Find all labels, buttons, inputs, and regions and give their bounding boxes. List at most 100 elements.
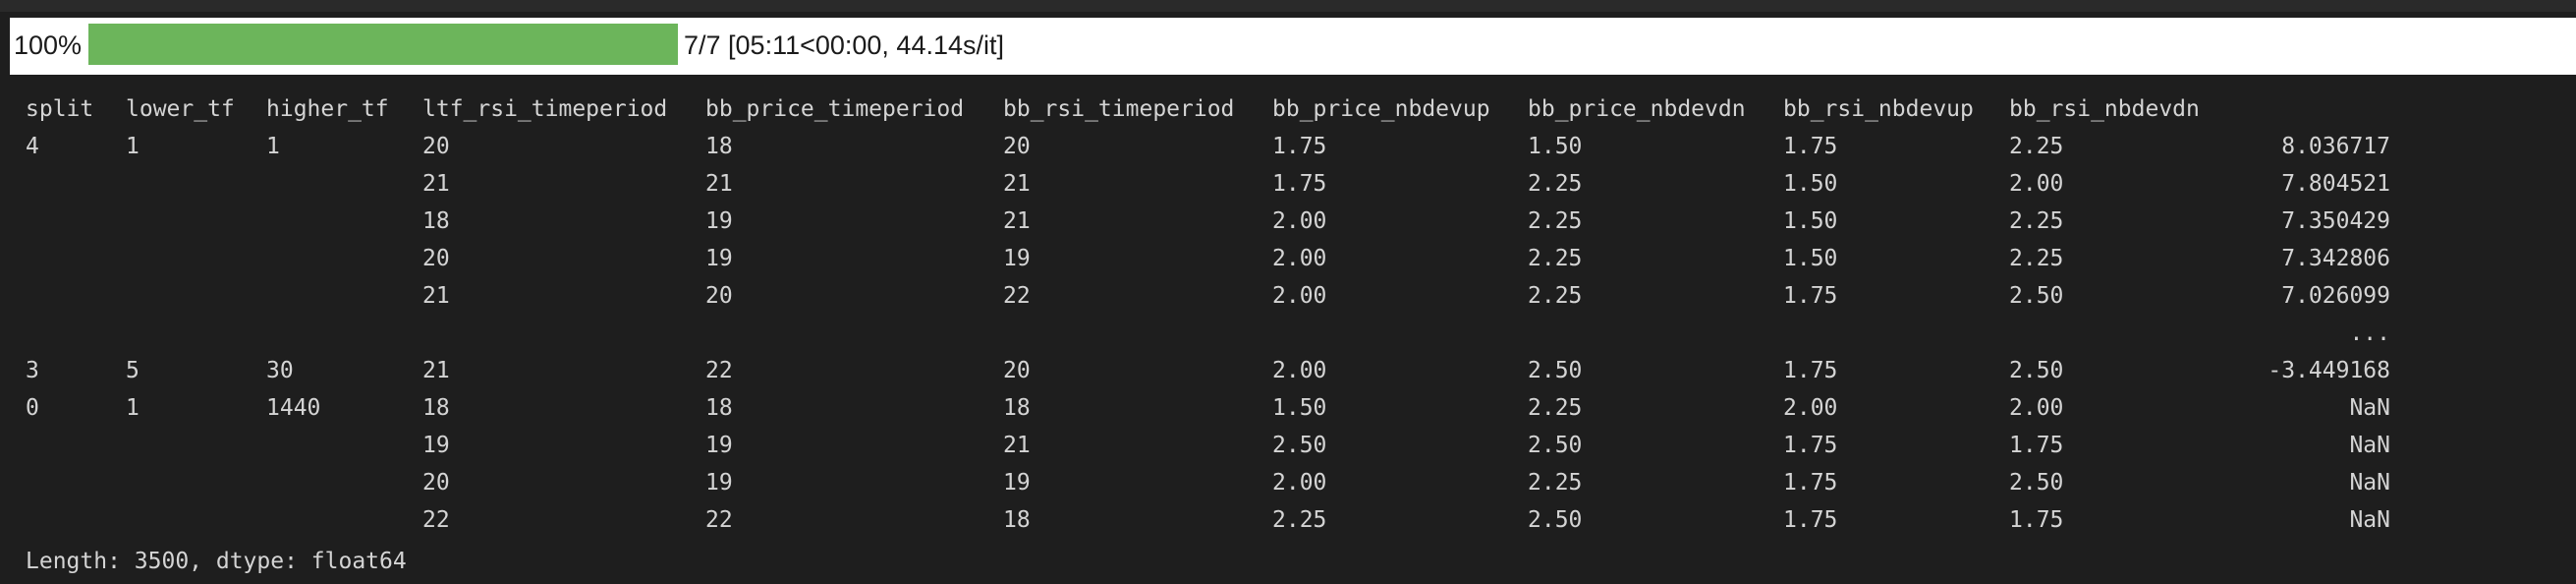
table-row: 20 19 19 2.00 2.25 1.75 2.50 NaN	[26, 464, 2390, 501]
cell-bb-rsi-nbdevup: 1.75	[1783, 283, 1838, 309]
cell-bb-rsi-nbdevdn	[2009, 315, 2215, 352]
cell-ltf-rsi-timeperiod: 19	[422, 433, 450, 458]
cell-bb-rsi-nbdevup	[1783, 315, 2009, 352]
cell-higher-tf: 1440	[266, 395, 321, 421]
header-bb-price-timeperiod: bb_price_timeperiod	[705, 96, 965, 122]
cell-bb-price-timeperiod	[705, 315, 1003, 352]
table-row: ...	[26, 315, 2390, 352]
table-row: 19 19 21 2.50 2.50 1.75 1.75 NaN	[26, 427, 2390, 464]
cell-bb-rsi-nbdevup: 1.50	[1783, 208, 1838, 234]
cell-higher-tf	[266, 501, 422, 539]
cell-value: NaN	[2349, 433, 2390, 458]
header-bb-rsi-timeperiod: bb_rsi_timeperiod	[1003, 96, 1235, 122]
cell-split: 0	[26, 395, 39, 421]
cell-bb-price-timeperiod: 19	[705, 246, 733, 271]
cell-value: ...	[2349, 321, 2390, 346]
cell-split: 3	[26, 358, 39, 383]
cell-higher-tf	[266, 203, 422, 240]
cell-lower-tf	[126, 427, 266, 464]
cell-bb-price-nbdevup: 2.00	[1272, 358, 1327, 383]
cell-bb-rsi-nbdevup: 1.75	[1783, 433, 1838, 458]
table-row: 20 19 19 2.00 2.25 1.50 2.25 7.342806	[26, 240, 2390, 277]
cell-bb-rsi-timeperiod: 21	[1003, 433, 1031, 458]
cell-bb-price-nbdevdn: 2.25	[1528, 283, 1583, 309]
cell-split: 4	[26, 134, 39, 159]
cell-lower-tf	[126, 240, 266, 277]
cell-bb-rsi-nbdevup: 2.00	[1783, 395, 1838, 421]
cell-bb-price-nbdevdn: 2.50	[1528, 433, 1583, 458]
cell-value: 7.342806	[2281, 246, 2390, 271]
cell-lower-tf	[126, 464, 266, 501]
cell-bb-price-nbdevdn: 2.25	[1528, 171, 1583, 197]
cell-bb-price-timeperiod: 21	[705, 171, 733, 197]
cell-lower-tf	[126, 315, 266, 352]
cell-bb-price-nbdevdn: 2.25	[1528, 470, 1583, 496]
header-ltf-rsi-timeperiod: ltf_rsi_timeperiod	[422, 96, 668, 122]
cell-bb-rsi-nbdevup: 1.50	[1783, 171, 1838, 197]
table-row: 21 21 21 1.75 2.25 1.50 2.00 7.804521	[26, 165, 2390, 203]
cell-ltf-rsi-timeperiod: 20	[422, 246, 450, 271]
cell-bb-rsi-nbdevdn: 2.00	[2009, 171, 2064, 197]
table-row: 0 1 1440 18 18 18 1.50 2.25 2.00 2.00 NaN	[26, 389, 2390, 427]
cell-value: 7.804521	[2281, 171, 2390, 197]
cell-bb-rsi-timeperiod: 20	[1003, 358, 1031, 383]
cell-higher-tf: 30	[266, 358, 294, 383]
cell-lower-tf	[126, 165, 266, 203]
cell-bb-price-nbdevup	[1272, 315, 1528, 352]
cell-top-border	[0, 0, 2576, 12]
progress-bar-fill	[88, 24, 678, 65]
cell-ltf-rsi-timeperiod: 20	[422, 134, 450, 159]
cell-bb-rsi-timeperiod: 21	[1003, 208, 1031, 234]
cell-bb-rsi-timeperiod: 22	[1003, 283, 1031, 309]
cell-bb-rsi-timeperiod: 18	[1003, 507, 1031, 533]
table-row: 4 1 1 20 18 20 1.75 1.50 1.75 2.25 8.036717	[26, 128, 2390, 165]
progress-bar-track	[88, 24, 678, 65]
cell-bb-price-timeperiod: 22	[705, 358, 733, 383]
cell-bb-price-nbdevup: 1.75	[1272, 171, 1327, 197]
cell-higher-tf: 1	[266, 134, 280, 159]
cell-bb-price-timeperiod: 19	[705, 208, 733, 234]
cell-bb-price-timeperiod: 19	[705, 433, 733, 458]
cell-higher-tf	[266, 427, 422, 464]
table-row: 22 22 18 2.25 2.50 1.75 1.75 NaN	[26, 501, 2390, 539]
cell-split	[26, 315, 126, 352]
cell-bb-price-timeperiod: 18	[705, 395, 733, 421]
cell-bb-rsi-timeperiod: 19	[1003, 470, 1031, 496]
cell-lower-tf: 5	[126, 358, 140, 383]
cell-bb-rsi-nbdevdn: 2.50	[2009, 470, 2064, 496]
cell-ltf-rsi-timeperiod: 18	[422, 208, 450, 234]
header-bb-rsi-nbdevup: bb_rsi_nbdevup	[1783, 96, 1974, 122]
cell-value: 7.350429	[2281, 208, 2390, 234]
cell-value: NaN	[2349, 470, 2390, 496]
cell-ltf-rsi-timeperiod: 21	[422, 171, 450, 197]
cell-ltf-rsi-timeperiod: 22	[422, 507, 450, 533]
cell-bb-rsi-timeperiod: 21	[1003, 171, 1031, 197]
table-row: 18 19 21 2.00 2.25 1.50 2.25 7.350429	[26, 203, 2390, 240]
cell-bb-price-timeperiod: 18	[705, 134, 733, 159]
cell-split	[26, 277, 126, 315]
progress-percent-label: 100%	[14, 30, 83, 60]
series-table: split lower_tf higher_tf ltf_rsi_timeper…	[26, 90, 2390, 539]
cell-split	[26, 165, 126, 203]
header-split: split	[26, 96, 94, 122]
cell-higher-tf	[266, 240, 422, 277]
cell-bb-price-nbdevdn: 2.50	[1528, 358, 1583, 383]
table-row: 21 20 22 2.00 2.25 1.75 2.50 7.026099	[26, 277, 2390, 315]
cell-bb-rsi-nbdevdn: 1.75	[2009, 433, 2064, 458]
cell-bb-price-nbdevup: 1.75	[1272, 134, 1327, 159]
cell-higher-tf	[266, 315, 422, 352]
cell-bb-rsi-nbdevup: 1.75	[1783, 470, 1838, 496]
cell-split	[26, 427, 126, 464]
header-bb-price-nbdevdn: bb_price_nbdevdn	[1528, 96, 1746, 122]
cell-bb-rsi-nbdevdn: 2.00	[2009, 395, 2064, 421]
cell-bb-price-nbdevup: 2.00	[1272, 470, 1327, 496]
cell-bb-rsi-nbdevup: 1.50	[1783, 246, 1838, 271]
cell-bb-price-nbdevup: 2.00	[1272, 246, 1327, 271]
cell-bb-rsi-nbdevdn: 2.25	[2009, 134, 2064, 159]
cell-lower-tf: 1	[126, 395, 140, 421]
cell-bb-price-nbdevdn: 2.25	[1528, 246, 1583, 271]
cell-ltf-rsi-timeperiod: 20	[422, 470, 450, 496]
cell-bb-rsi-nbdevup: 1.75	[1783, 358, 1838, 383]
header-bb-price-nbdevup: bb_price_nbdevup	[1272, 96, 1490, 122]
cell-ltf-rsi-timeperiod: 21	[422, 283, 450, 309]
